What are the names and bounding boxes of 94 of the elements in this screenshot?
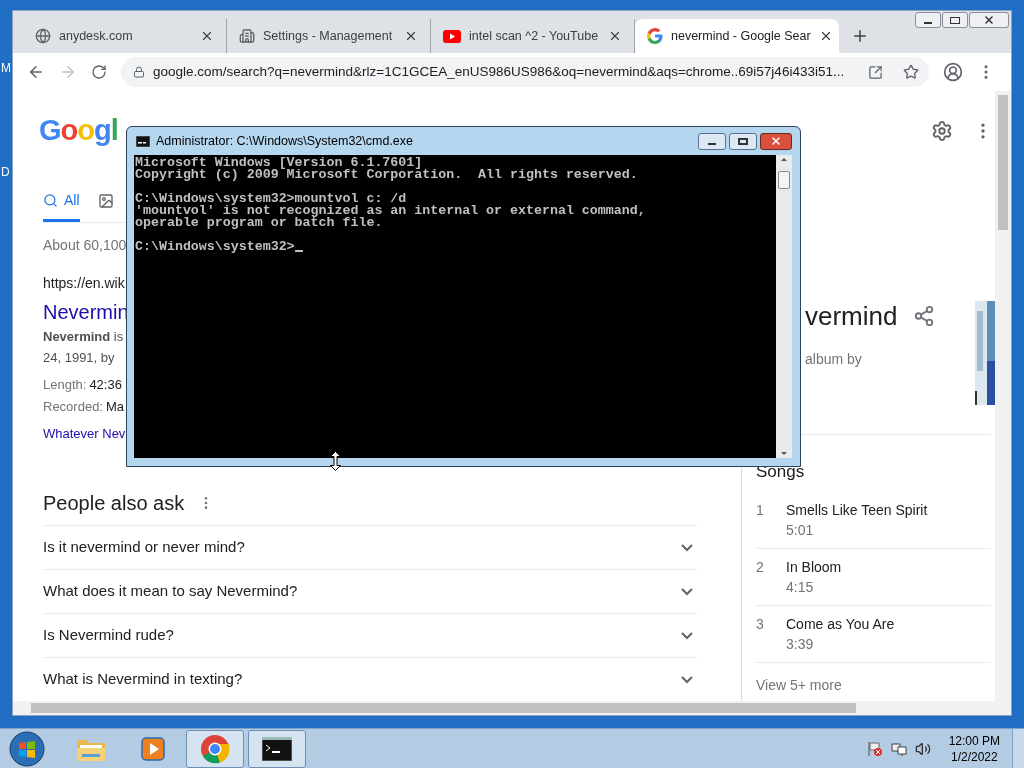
song-number: 1: [756, 501, 765, 520]
tab-title: intel scan ^2 - YouTube: [469, 27, 600, 45]
profile-icon[interactable]: [943, 62, 963, 82]
share-icon[interactable]: [868, 64, 883, 80]
result-link[interactable]: Whatever Nev: [43, 423, 126, 445]
close-button[interactable]: [760, 132, 792, 150]
question-row[interactable]: What does it mean to say Nevermind?: [43, 569, 697, 613]
question-text: Is Nevermind rude?: [43, 625, 174, 646]
chrome-icon: [200, 733, 230, 764]
google-logo[interactable]: Googl: [39, 109, 118, 153]
song-title: In Bloom: [786, 558, 842, 577]
horizontal-scrollbar[interactable]: [13, 701, 1011, 715]
song-title: Smells Like Teen Spirit: [786, 501, 928, 520]
clock[interactable]: 12:00 PM 1/2/2022: [948, 732, 1000, 765]
fact-value: 42:36: [89, 376, 122, 394]
play-icon: [443, 29, 461, 43]
console-line: Microsoft Windows [Version 6.1.7601]: [135, 157, 423, 169]
globe-icon: [35, 28, 51, 44]
chevron-down-icon: [681, 675, 693, 684]
panel-title: vermind: [805, 300, 898, 333]
result-snippet: 24, 1991, by: [43, 349, 115, 367]
tab-title: nevermind - Google Sear: [671, 27, 811, 45]
result-title[interactable]: Nevermin: [43, 298, 129, 326]
song-title: Come as You Are: [786, 615, 895, 634]
google-g-icon: [647, 28, 663, 44]
console-line: operable program or batch file.: [135, 217, 383, 229]
result-url: https://en.wik: [43, 274, 125, 293]
desktop-icon-label: M: [1, 60, 11, 77]
all-tab[interactable]: All: [43, 182, 80, 222]
text-cursor: [294, 250, 303, 252]
close-icon[interactable]: [404, 29, 418, 43]
section-heading: People also ask: [43, 491, 185, 516]
song-number: 2: [756, 558, 765, 577]
chevron-down-icon: [681, 587, 693, 596]
building-icon: [239, 28, 255, 44]
song-row[interactable]: 1 Smells Like Teen Spirit 5:01: [756, 492, 991, 549]
media-player-icon: [140, 735, 166, 762]
result-stats: About 60,100: [43, 236, 127, 255]
song-row[interactable]: 3 Come as You Are 3:39: [756, 606, 991, 663]
reload-icon[interactable]: [91, 64, 107, 80]
tab-title: Settings - Management: [263, 27, 394, 45]
fact-value: Ma: [106, 398, 125, 416]
chevron-down-icon: [681, 631, 693, 640]
question-row[interactable]: Is Nevermind rude?: [43, 613, 697, 657]
lock-icon: [133, 66, 145, 78]
close-icon: [983, 14, 995, 26]
result-snippet: Nevermind is: [43, 328, 124, 346]
question-text: What is Nevermind in texting?: [43, 669, 243, 690]
vertical-scrollbar[interactable]: [995, 91, 1011, 701]
song-duration: 5:01: [786, 521, 815, 540]
question-text: Is it nevermind or never mind?: [43, 537, 245, 558]
flag-icon[interactable]: [866, 740, 883, 757]
browser-tab[interactable]: nevermind - Google Sear: [635, 19, 839, 53]
address-bar[interactable]: google.com/search?q=nevermind&rlz=1C1GCEA_enUS986US986&oq=nevermind&aqs=chrome..69i57j46i433i51...: [121, 57, 929, 87]
image-icon: [97, 192, 114, 209]
volume-icon[interactable]: [914, 740, 931, 757]
console-line: 'mountvol' is not recognized as an internal or external command,: [135, 205, 646, 217]
window-title: Administrator: C:\Windows\System32\cmd.exe: [156, 132, 415, 150]
close-icon: [770, 135, 782, 147]
search-icon: [43, 193, 58, 208]
maximize-button[interactable]: [942, 12, 968, 28]
console-line: C:\Windows\system32>mountvol c: /d: [135, 193, 407, 205]
panel-subtitle: album by: [805, 350, 862, 369]
console-icon: [262, 736, 292, 761]
song-number: 3: [756, 615, 765, 634]
song-row[interactable]: 2 In Bloom 4:15: [756, 549, 991, 606]
fact-label: Length:: [43, 376, 87, 394]
close-icon[interactable]: [608, 29, 622, 43]
console-icon: [136, 135, 150, 147]
close-icon[interactable]: [200, 29, 214, 43]
console-line: C:\Windows\system32>: [135, 241, 295, 253]
share-icon[interactable]: [913, 305, 936, 327]
view-more-link[interactable]: View 5+ more: [756, 675, 991, 695]
chevron-down-icon: [681, 543, 693, 552]
desktop-icon-label: D: [1, 164, 10, 181]
fact-label: Recorded:: [43, 398, 103, 416]
settings-icon[interactable]: [931, 120, 953, 142]
back-icon[interactable]: [27, 63, 45, 81]
maximize-button[interactable]: [729, 132, 757, 150]
network-icon[interactable]: [890, 740, 907, 757]
console-line: Copyright (c) 2009 Microsoft Corporation. All rights reserved.: [135, 169, 638, 181]
minimize-button[interactable]: [698, 132, 726, 150]
bookmark-star-icon[interactable]: [903, 64, 919, 80]
console-scrollbar[interactable]: [776, 155, 792, 458]
new-tab-icon[interactable]: [851, 27, 869, 45]
question-row[interactable]: Is it nevermind or never mind?: [43, 525, 697, 569]
url-text: google.com/search?q=nevermind&rlz=1C1GCEA_enUS986US986&oq=nevermind&aqs=chrome..69i57j46i433i51...: [153, 62, 846, 81]
start-button[interactable]: [8, 729, 46, 768]
taskbar-button[interactable]: [248, 729, 306, 768]
song-duration: 3:39: [786, 635, 815, 654]
tab-title: anydesk.com: [59, 27, 134, 45]
minimize-button[interactable]: [915, 12, 941, 28]
question-text: What does it mean to say Nevermind?: [43, 581, 298, 602]
song-duration: 4:15: [786, 578, 815, 597]
